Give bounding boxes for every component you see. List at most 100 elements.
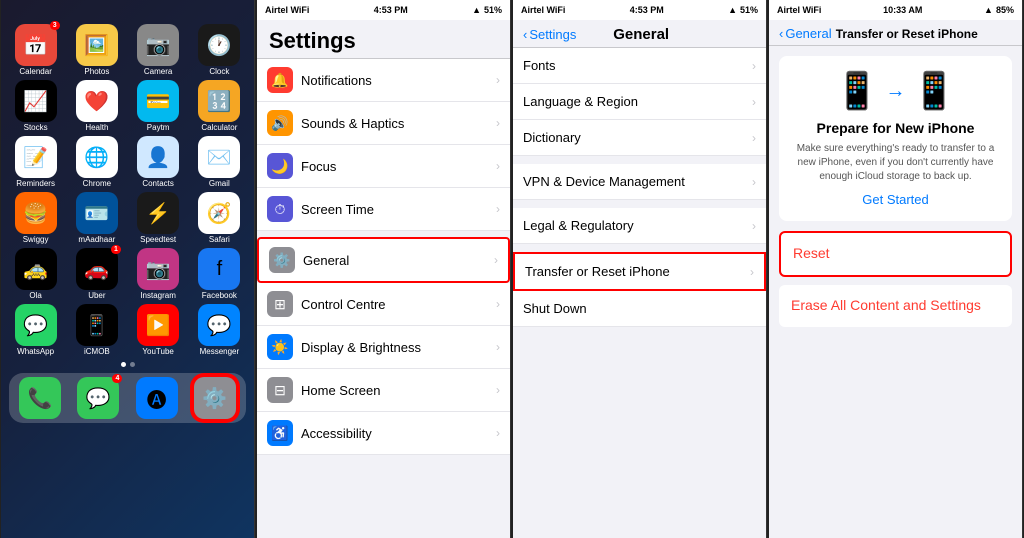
- general-item-fonts[interactable]: Fonts ›: [513, 48, 766, 84]
- dock-icon-settings[interactable]: ⚙️ Settings: [188, 377, 242, 419]
- erase-button[interactable]: Erase All Content and Settings: [779, 285, 1012, 327]
- page-dots: [5, 360, 250, 369]
- app-icon-chrome[interactable]: 🌐 Chrome: [68, 136, 125, 188]
- new-phone-icon: 📱: [912, 70, 957, 112]
- app-label: Gmail: [209, 179, 230, 188]
- app-icon-img: 📝: [15, 136, 57, 178]
- general-item-dictionary[interactable]: Dictionary ›: [513, 120, 766, 156]
- dock-icon-phone[interactable]: 📞 Phone: [13, 377, 67, 419]
- settings-item-home-screen[interactable]: ⊟ Home Screen ›: [257, 369, 510, 412]
- app-icon-img: 📷: [137, 24, 179, 66]
- settings-item-icon: 🔊: [267, 110, 293, 136]
- settings-item-accessibility[interactable]: ♿ Accessibility ›: [257, 412, 510, 455]
- app-icon-ola[interactable]: 🚕 Ola: [7, 248, 64, 300]
- back-button-reset[interactable]: ‹ General: [779, 26, 832, 41]
- app-label: Contacts: [142, 179, 174, 188]
- app-label: Chrome: [83, 179, 111, 188]
- dock-icon-app store[interactable]: 🅐 App Store: [130, 377, 184, 419]
- status-bar-general: Airtel WiFi 4:53 PM ▲ 51%: [513, 0, 766, 20]
- app-label: WhatsApp: [17, 347, 54, 356]
- get-started-button[interactable]: Get Started: [791, 192, 1000, 207]
- app-icon-youtube[interactable]: ▶️ YouTube: [130, 304, 187, 356]
- general-item-vpn-&-device-management[interactable]: VPN & Device Management ›: [513, 164, 766, 200]
- settings-item-label: Screen Time: [301, 202, 496, 217]
- dock-icon-img: 🅐: [136, 377, 178, 419]
- app-label: Health: [85, 123, 108, 132]
- chevron-icon: ›: [750, 265, 754, 279]
- general-title: General: [576, 26, 706, 43]
- badge: 1: [111, 245, 121, 254]
- dot-2: [130, 362, 135, 367]
- app-label: Photos: [84, 67, 109, 76]
- app-icon-camera[interactable]: 📷 Camera: [130, 24, 187, 76]
- general-item-label: Dictionary: [523, 130, 752, 145]
- app-label: Swiggy: [23, 235, 49, 244]
- settings-item-focus[interactable]: 🌙 Focus ›: [257, 145, 510, 188]
- app-icon-maadhaar[interactable]: 🪪 mAadhaar: [68, 192, 125, 244]
- app-icon-paytm[interactable]: 💳 Paytm: [130, 80, 187, 132]
- app-icon-calculator[interactable]: 🔢 Calculator: [191, 80, 248, 132]
- prepare-title: Prepare for New iPhone: [791, 120, 1000, 136]
- reset-content: 📱 → 📱 Prepare for New iPhone Make sure e…: [769, 46, 1022, 538]
- general-item-label: Fonts: [523, 58, 752, 73]
- app-label: Paytm: [147, 123, 170, 132]
- settings-item-screen-time[interactable]: ⏱ Screen Time ›: [257, 188, 510, 231]
- app-icon-messenger[interactable]: 💬 Messenger: [191, 304, 248, 356]
- app-icon-img: f: [198, 248, 240, 290]
- app-icon-photos[interactable]: 🖼️ Photos: [68, 24, 125, 76]
- app-label: iCMOB: [84, 347, 110, 356]
- app-icon-icmob[interactable]: 📱 iCMOB: [68, 304, 125, 356]
- chevron-icon: ›: [496, 73, 500, 87]
- chevron-icon: ›: [496, 202, 500, 216]
- dock-icon-messages[interactable]: 💬 4 Messages: [71, 377, 125, 419]
- app-icon-img: 🖼️: [76, 24, 118, 66]
- settings-item-icon: ⚙️: [269, 247, 295, 273]
- general-carrier: Airtel WiFi: [521, 5, 565, 15]
- app-icon-img: 🍔: [15, 192, 57, 234]
- app-icon-img: 📷: [137, 248, 179, 290]
- settings-item-icon: 🌙: [267, 153, 293, 179]
- phone-icon: 📱: [835, 70, 880, 112]
- app-icon-swiggy[interactable]: 🍔 Swiggy: [7, 192, 64, 244]
- app-label: Stocks: [24, 123, 48, 132]
- dock-icon-img: 📞: [19, 377, 61, 419]
- general-item-transfer-or-reset-iphone[interactable]: Transfer or Reset iPhone ›: [513, 252, 766, 291]
- app-icon-safari[interactable]: 🧭 Safari: [191, 192, 248, 244]
- general-item-language-&-region[interactable]: Language & Region ›: [513, 84, 766, 120]
- settings-item-display-&-brightness[interactable]: ☀️ Display & Brightness ›: [257, 326, 510, 369]
- app-icon-contacts[interactable]: 👤 Contacts: [130, 136, 187, 188]
- app-icon-clock[interactable]: 🕐 Clock: [191, 24, 248, 76]
- back-chevron-icon-r: ‹: [779, 26, 783, 41]
- app-icon-instagram[interactable]: 📷 Instagram: [130, 248, 187, 300]
- app-label: Reminders: [16, 179, 55, 188]
- dock: 📞 Phone 💬 4 Messages 🅐 App Store ⚙️ Sett…: [9, 373, 246, 423]
- app-icon-img: 🌐: [76, 136, 118, 178]
- battery-r: 85%: [996, 5, 1014, 15]
- app-icon-facebook[interactable]: f Facebook: [191, 248, 248, 300]
- general-item-label: Transfer or Reset iPhone: [525, 264, 750, 279]
- general-item-shut-down[interactable]: Shut Down: [513, 291, 766, 327]
- app-icon-whatsapp[interactable]: 💬 WhatsApp: [7, 304, 64, 356]
- reset-button[interactable]: Reset: [779, 231, 1012, 277]
- settings-item-icon: 🔔: [267, 67, 293, 93]
- app-icon-img: 📱: [76, 304, 118, 346]
- settings-item-control-centre[interactable]: ⊞ Control Centre ›: [257, 283, 510, 326]
- prepare-section: 📱 → 📱 Prepare for New iPhone Make sure e…: [779, 56, 1012, 221]
- settings-item-general[interactable]: ⚙️ General ›: [257, 237, 510, 283]
- app-icon-reminders[interactable]: 📝 Reminders: [7, 136, 64, 188]
- app-icon-stocks[interactable]: 📈 Stocks: [7, 80, 64, 132]
- app-icon-gmail[interactable]: ✉️ Gmail: [191, 136, 248, 188]
- app-icon-uber[interactable]: 🚗 1 Uber: [68, 248, 125, 300]
- general-item-legal-&-regulatory[interactable]: Legal & Regulatory ›: [513, 208, 766, 244]
- app-icon-health[interactable]: ❤️ Health: [68, 80, 125, 132]
- app-icon-speedtest[interactable]: ⚡ Speedtest: [130, 192, 187, 244]
- settings-item-notifications[interactable]: 🔔 Notifications ›: [257, 59, 510, 102]
- app-icon-img: 🪪: [76, 192, 118, 234]
- back-button-general[interactable]: ‹ Settings: [523, 27, 576, 42]
- settings-item-sounds-&-haptics[interactable]: 🔊 Sounds & Haptics ›: [257, 102, 510, 145]
- settings-item-label: Notifications: [301, 73, 496, 88]
- general-nav-bar: ‹ Settings General: [513, 20, 766, 48]
- app-icon-calendar[interactable]: 📅 3 Calendar: [7, 24, 64, 76]
- app-label: Safari: [209, 235, 230, 244]
- battery-g: 51%: [740, 5, 758, 15]
